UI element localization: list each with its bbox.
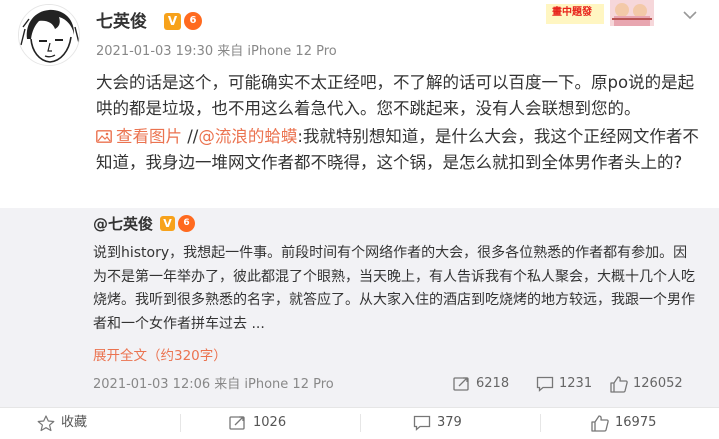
post-meta: 2021-01-03 19:30 来自 iPhone 12 Pro bbox=[96, 44, 337, 59]
quoted-like-count: 126052 bbox=[633, 376, 683, 391]
username[interactable]: 七英俊 bbox=[96, 11, 147, 33]
avatar[interactable] bbox=[18, 4, 80, 66]
repost-user-link[interactable]: @流浪的蛤蟆 bbox=[198, 127, 297, 146]
favorite-button[interactable]: 收藏 bbox=[37, 411, 87, 435]
level-badge-icon: 6 bbox=[184, 12, 202, 30]
decoration-banner: 畫中題發 bbox=[546, 0, 658, 28]
quoted-comment-count: 1231 bbox=[559, 376, 593, 391]
comment-button[interactable]: 379 bbox=[413, 411, 462, 435]
like-count: 16975 bbox=[615, 415, 657, 430]
quoted-username[interactable]: @七英俊 bbox=[93, 214, 153, 234]
quoted-text: 说到history，我想起一件事。前段时间有个网络作者的大会，很多各位熟悉的作者… bbox=[93, 245, 695, 332]
weibo-post: 七英俊 V 6 2021-01-03 19:30 来自 iPhone 12 Pr… bbox=[0, 0, 719, 439]
avatar-sketch-icon bbox=[19, 5, 79, 65]
repost-button[interactable]: 1026 bbox=[229, 411, 286, 435]
repost-icon bbox=[453, 377, 469, 391]
star-icon bbox=[37, 414, 55, 431]
repost-chain: 查看图片 //@流浪的蛤蟆:我就特别想知道，是什么大会，我这个正经网文作者不知道… bbox=[96, 124, 708, 176]
like-button[interactable]: 16975 bbox=[591, 411, 656, 435]
divider bbox=[360, 414, 361, 432]
repost-prefix: // bbox=[182, 127, 199, 146]
repost-icon bbox=[229, 416, 245, 430]
quoted-meta: 2021-01-03 12:06 来自 iPhone 12 Pro bbox=[93, 377, 334, 392]
quoted-repost-stat[interactable]: 6218 bbox=[453, 374, 509, 394]
picture-icon bbox=[96, 130, 112, 143]
divider bbox=[180, 414, 181, 432]
favorite-label: 收藏 bbox=[61, 415, 88, 430]
repost-count: 1026 bbox=[253, 415, 287, 430]
quoted-verified-badge-icon: V bbox=[160, 216, 175, 231]
comment-count: 379 bbox=[437, 415, 462, 430]
quoted-like-stat[interactable]: 126052 bbox=[610, 374, 683, 394]
quoted-comment-stat[interactable]: 1231 bbox=[536, 374, 592, 394]
like-icon bbox=[610, 375, 628, 393]
comment-icon bbox=[413, 415, 431, 431]
view-picture-link[interactable]: 查看图片 bbox=[96, 127, 182, 146]
post-text: 大会的话是这个，可能确实不太正经吧，不了解的话可以百度一下。原po说的是起哄的都… bbox=[96, 73, 695, 118]
more-chevron-icon[interactable] bbox=[680, 6, 700, 26]
expand-full-text-link[interactable]: 展开全文（约320字） bbox=[93, 347, 227, 365]
banner-text: 畫中題發 bbox=[550, 6, 594, 20]
quoted-level-badge-icon: 6 bbox=[178, 215, 195, 232]
divider bbox=[540, 414, 541, 432]
comment-icon bbox=[536, 376, 554, 392]
like-icon bbox=[591, 414, 609, 432]
quoted-repost-count: 6218 bbox=[476, 376, 510, 391]
view-picture-label: 查看图片 bbox=[116, 127, 182, 146]
verified-badge-icon: V bbox=[164, 13, 181, 30]
